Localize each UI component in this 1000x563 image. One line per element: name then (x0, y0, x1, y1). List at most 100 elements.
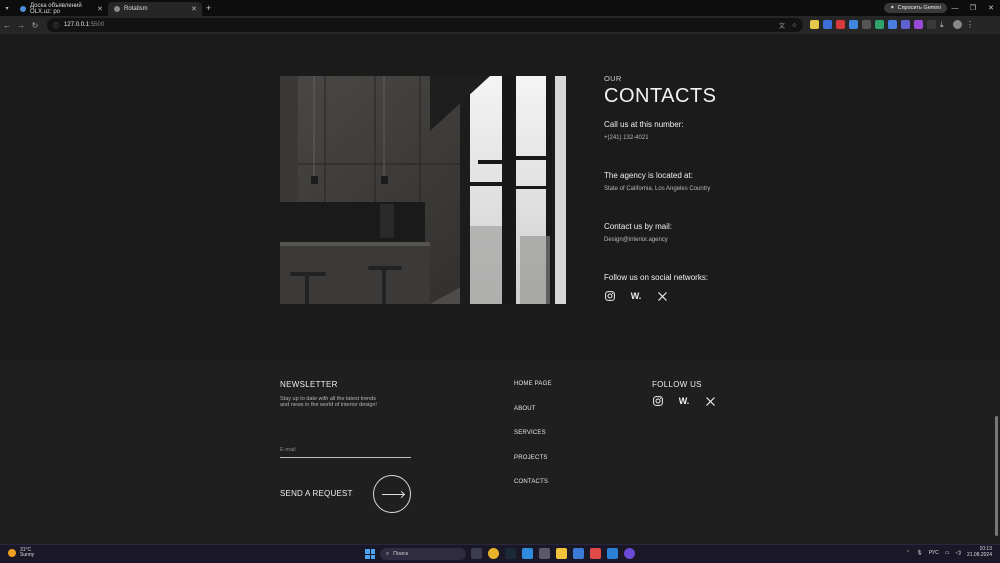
extension-icon[interactable] (849, 20, 858, 29)
extension-icon[interactable] (862, 20, 871, 29)
url-field[interactable]: ⓘ 127.0.0.1:5500 文 ☆ (47, 18, 803, 32)
clock[interactable]: 10:13 21.08.2024 (966, 546, 992, 559)
newsletter-title: NEWSLETTER (280, 380, 338, 389)
arrow-right-icon (382, 494, 404, 495)
kitchen-image (280, 76, 566, 304)
download-icon[interactable]: ⤓ (940, 20, 949, 29)
scrollbar-thumb[interactable] (995, 416, 998, 536)
site-info-icon[interactable]: ⓘ (53, 21, 59, 30)
x-icon[interactable] (704, 395, 716, 407)
gemini-label: Спросить Gemini (897, 5, 941, 11)
footer-link-about[interactable]: ABOUT (514, 406, 552, 431)
send-request-label[interactable]: SEND A REQUEST (280, 489, 353, 498)
interior-photo (280, 76, 566, 304)
start-button[interactable] (365, 549, 375, 559)
gemini-button[interactable]: ✦ Спросить Gemini (884, 3, 947, 13)
phone-value[interactable]: +(241) 132-4021 (604, 135, 904, 141)
weather-widget[interactable]: 31°C Sunny (8, 548, 34, 558)
close-window-icon[interactable]: ✕ (982, 0, 1000, 16)
footer: NEWSLETTER Stay up to date with all the … (0, 360, 1000, 544)
restore-icon[interactable]: ❐ (964, 0, 982, 16)
url-port: :5500 (89, 22, 105, 28)
back-icon[interactable]: ← (0, 21, 14, 30)
steam-icon[interactable] (505, 548, 516, 559)
footer-socials: W. (652, 395, 716, 407)
extensions-bar: ⤓ ⋮ (810, 20, 975, 29)
forward-icon[interactable]: → (14, 21, 28, 30)
x-icon[interactable] (656, 290, 668, 302)
instagram-icon[interactable] (652, 395, 664, 407)
app-icon[interactable] (573, 548, 584, 559)
app-icon[interactable] (590, 548, 601, 559)
volume-icon[interactable]: ◁) (955, 550, 961, 556)
browser-tab-bar: ▾ Доска объявлений OLX.uz: ро ✕ Rotatism… (0, 0, 1000, 16)
close-icon[interactable]: ✕ (191, 5, 197, 13)
contact-socials: W. (604, 290, 904, 302)
extension-icon[interactable] (810, 20, 819, 29)
new-tab-button[interactable]: + (206, 3, 211, 13)
close-icon[interactable]: ✕ (97, 5, 103, 13)
translate-icon[interactable]: 文 (779, 21, 785, 30)
footer-link-projects[interactable]: PROJECTS (514, 455, 552, 480)
mic-icon[interactable]: 🎙 (916, 550, 922, 556)
language-indicator[interactable]: РУС (929, 550, 939, 556)
wix-icon[interactable]: W. (630, 290, 642, 302)
profile-avatar[interactable] (953, 20, 962, 29)
instagram-icon[interactable] (604, 290, 616, 302)
reload-icon[interactable]: ↻ (28, 21, 42, 30)
social-heading: Follow us on social networks: (604, 273, 709, 282)
tab-olx[interactable]: Доска объявлений OLX.uz: ро ✕ (14, 2, 108, 16)
extension-icon[interactable] (836, 20, 845, 29)
puzzle-icon[interactable] (927, 20, 936, 29)
weather-desc: Sunny (20, 552, 35, 558)
newsletter-text: Stay up to date with all the latest tren… (280, 396, 377, 409)
vscode-icon[interactable] (607, 548, 618, 559)
sparkle-icon: ✦ (890, 5, 895, 11)
chevron-up-icon[interactable]: ⌃ (906, 550, 910, 556)
address-bar-row: ← → ↻ ⓘ 127.0.0.1:5500 文 ☆ ⤓ ⋮ (0, 16, 1000, 34)
mail-value[interactable]: Design@interior.agency (604, 237, 904, 243)
bookmark-star-icon[interactable]: ☆ (792, 22, 797, 29)
extension-icon[interactable] (888, 20, 897, 29)
settings-icon[interactable] (539, 548, 550, 559)
taskbar: 31°C Sunny ⌕ Поиск ⌃ 🎙 РУС ▭ ◁) 10:13 21… (0, 544, 1000, 563)
taskbar-search[interactable]: ⌕ Поиск (380, 548, 466, 560)
follow-us-title: FOLLOW US (652, 380, 702, 389)
extension-icon[interactable] (823, 20, 832, 29)
email-field[interactable]: E-mail (280, 446, 411, 458)
send-request-button[interactable] (373, 475, 411, 513)
location-heading: The agency is located at: (604, 171, 693, 180)
tab-rotatism[interactable]: Rotatism ✕ (108, 2, 202, 16)
display-icon[interactable]: ▭ (945, 550, 950, 556)
more-icon[interactable]: ⋮ (966, 20, 975, 29)
mail-heading: Contact us by mail: (604, 222, 673, 231)
globe-icon (114, 6, 120, 12)
minimize-icon[interactable]: — (946, 0, 964, 16)
footer-link-contacts[interactable]: CONTACTS (514, 479, 552, 504)
phone-heading: Call us at this number: (604, 120, 684, 129)
task-view-icon[interactable] (471, 548, 482, 559)
url-text: 127.0.0.1:5500 (64, 22, 104, 28)
extension-icon[interactable] (901, 20, 910, 29)
contacts-title: CONTACTS (604, 85, 717, 107)
chrome-icon[interactable] (488, 548, 499, 559)
tab-title: Доска объявлений OLX.uz: ро (30, 3, 82, 15)
extension-icon[interactable] (914, 20, 923, 29)
folder-icon[interactable] (556, 548, 567, 559)
url-host: 127.0.0.1 (64, 22, 90, 28)
wix-icon[interactable]: W. (678, 395, 690, 407)
tab-title: Rotatism (124, 6, 148, 12)
contacts-kicker: OUR (604, 74, 622, 83)
tab-search-icon[interactable]: ▾ (0, 5, 14, 12)
taskbar-apps (471, 548, 635, 559)
mail-icon[interactable] (522, 548, 533, 559)
search-icon: ⌕ (386, 550, 390, 557)
page-scrollbar[interactable] (995, 36, 998, 542)
footer-link-home[interactable]: HOME PAGE (514, 381, 552, 406)
extension-icon[interactable] (875, 20, 884, 29)
location-value: State of California, Los Angeles Country (604, 186, 711, 192)
contacts-section: OUR CONTACTS Call us at this number: +(2… (604, 74, 904, 302)
footer-link-services[interactable]: SERVICES (514, 430, 552, 455)
date: 21.08.2024 (966, 551, 992, 558)
app-icon[interactable] (624, 548, 635, 559)
